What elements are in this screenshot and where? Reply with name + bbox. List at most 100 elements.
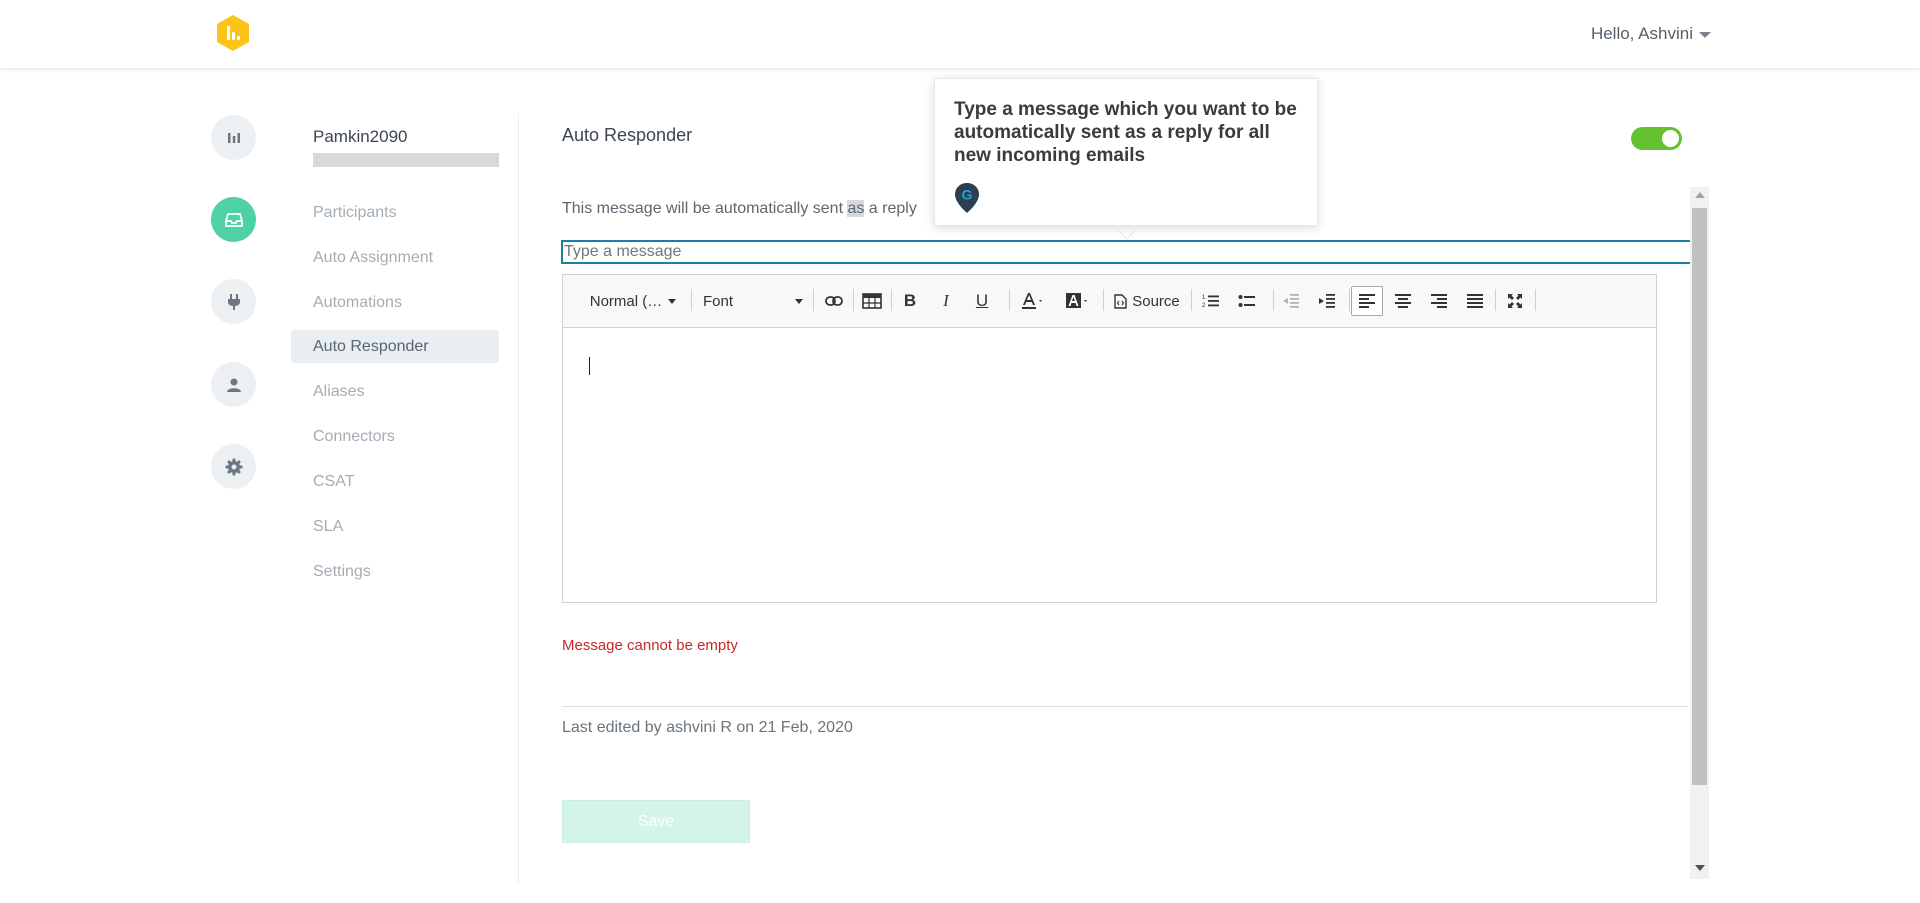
italic-icon: I	[943, 291, 949, 310]
editor-toolbar: Normal (… Font B I U Source 12	[563, 275, 1656, 328]
numbered-list-button[interactable]: 12	[1199, 288, 1223, 314]
link-button[interactable]	[821, 288, 847, 314]
numbered-list-icon: 12	[1202, 295, 1219, 309]
mailbox-address-placeholder	[313, 153, 499, 167]
nav-item-connectors[interactable]: Connectors	[291, 420, 499, 453]
nav-item-auto-responder[interactable]: Auto Responder	[291, 330, 499, 363]
underline-button[interactable]: U	[971, 288, 993, 314]
nav-divider	[518, 113, 519, 883]
chevron-down-icon	[668, 298, 677, 304]
bulleted-list-button[interactable]	[1235, 288, 1259, 314]
text-color-icon	[1022, 293, 1042, 309]
source-icon	[1114, 293, 1127, 309]
italic-button[interactable]: I	[935, 288, 957, 314]
page-title: Auto Responder	[562, 125, 693, 145]
user-icon	[226, 378, 241, 392]
auto-responder-toggle[interactable]	[1631, 127, 1682, 150]
toolbar-separator	[1009, 289, 1010, 311]
table-icon	[862, 293, 882, 309]
table-button[interactable]	[859, 288, 885, 314]
align-center-button[interactable]	[1391, 288, 1415, 314]
source-button[interactable]: Source	[1111, 288, 1183, 314]
greeting-text: Hello, Ashvini	[1590, 24, 1693, 43]
mailbox-name: Pamkin2090	[313, 127, 408, 146]
editor-content-area[interactable]	[563, 328, 1656, 603]
inbox-icon	[224, 212, 243, 227]
nav-item-automations[interactable]: Automations	[291, 286, 499, 319]
gear-icon	[225, 458, 242, 475]
font-dropdown[interactable]: Font	[703, 288, 803, 314]
description-text: This message will be automatically sent …	[562, 200, 917, 218]
nav-item-csat[interactable]: CSAT	[291, 465, 499, 498]
toolbar-separator	[1535, 289, 1536, 311]
nav-item-sla[interactable]: SLA	[291, 510, 499, 543]
chevron-down-icon	[1699, 32, 1711, 38]
top-bar: Hello, Ashvini	[0, 0, 1920, 69]
toolbar-separator	[813, 289, 814, 311]
save-button[interactable]: Save	[562, 800, 750, 843]
svg-text:G: G	[962, 187, 973, 203]
bold-icon: B	[903, 291, 917, 310]
source-label: Source	[1132, 292, 1180, 310]
align-left-button[interactable]	[1351, 286, 1383, 316]
outdent-icon	[1283, 294, 1299, 308]
last-edited-text: Last edited by ashvini R on 21 Feb, 2020	[562, 719, 853, 736]
background-color-icon	[1066, 293, 1087, 308]
bulleted-list-icon	[1238, 295, 1255, 307]
rail-users-button[interactable]	[211, 362, 256, 407]
tooltip-text: Type a message which you want to be auto…	[954, 99, 1297, 166]
svg-text:1: 1	[1202, 295, 1206, 301]
rail-analytics-button[interactable]	[211, 115, 256, 160]
toolbar-separator	[1191, 289, 1192, 311]
nav-item-aliases[interactable]: Aliases	[291, 375, 499, 408]
text-color-button[interactable]	[1017, 288, 1049, 314]
user-menu[interactable]: Hello, Ashvini	[1591, 24, 1711, 44]
bold-button[interactable]: B	[899, 288, 921, 314]
increase-indent-button[interactable]	[1315, 288, 1339, 314]
decrease-indent-button[interactable]	[1279, 288, 1303, 314]
justify-button[interactable]	[1463, 288, 1487, 314]
rail-inbox-button[interactable]	[211, 197, 256, 242]
text-cursor	[589, 357, 590, 375]
format-dropdown[interactable]: Normal (…	[583, 288, 683, 314]
svg-text:2: 2	[1202, 303, 1206, 309]
section-divider	[562, 706, 1688, 707]
rail-integrations-button[interactable]	[211, 279, 256, 324]
plug-icon	[227, 293, 240, 310]
toolbar-separator	[691, 289, 692, 311]
align-center-icon	[1395, 294, 1411, 308]
toolbar-separator	[853, 289, 854, 311]
scroll-up-icon[interactable]	[1695, 192, 1705, 198]
rail-settings-button[interactable]	[211, 444, 256, 489]
error-message: Message cannot be empty	[562, 637, 738, 654]
maximize-button[interactable]	[1503, 288, 1527, 314]
link-icon	[825, 296, 843, 306]
nav-item-settings[interactable]: Settings	[291, 555, 499, 588]
align-right-button[interactable]	[1427, 288, 1451, 314]
description-part1: This message will be automatically sent	[562, 200, 848, 217]
toolbar-separator	[891, 289, 892, 311]
align-left-icon	[1359, 294, 1375, 308]
font-label: Font	[703, 292, 734, 310]
nav-item-auto-assignment[interactable]: Auto Assignment	[291, 241, 499, 274]
align-right-icon	[1431, 294, 1447, 308]
toolbar-separator	[1103, 289, 1104, 311]
toolbar-separator	[1273, 289, 1274, 311]
maximize-icon	[1508, 294, 1522, 308]
analytics-icon	[227, 132, 240, 143]
background-color-button[interactable]	[1061, 288, 1095, 314]
toolbar-separator	[1349, 289, 1350, 311]
location-pin-icon: G	[955, 183, 979, 213]
scroll-down-icon[interactable]	[1695, 865, 1705, 871]
format-label: Normal (…	[589, 292, 663, 310]
underline-icon: U	[975, 291, 989, 310]
message-subject-input[interactable]	[561, 240, 1692, 264]
indent-icon	[1319, 294, 1335, 308]
nav-item-participants[interactable]: Participants	[291, 196, 499, 229]
description-highlight: as	[847, 200, 865, 217]
scrollbar-thumb[interactable]	[1692, 208, 1707, 785]
justify-icon	[1467, 294, 1483, 308]
chevron-down-icon	[795, 298, 803, 304]
help-tooltip: Type a message which you want to be auto…	[934, 78, 1318, 226]
app-logo-icon[interactable]	[214, 14, 252, 52]
